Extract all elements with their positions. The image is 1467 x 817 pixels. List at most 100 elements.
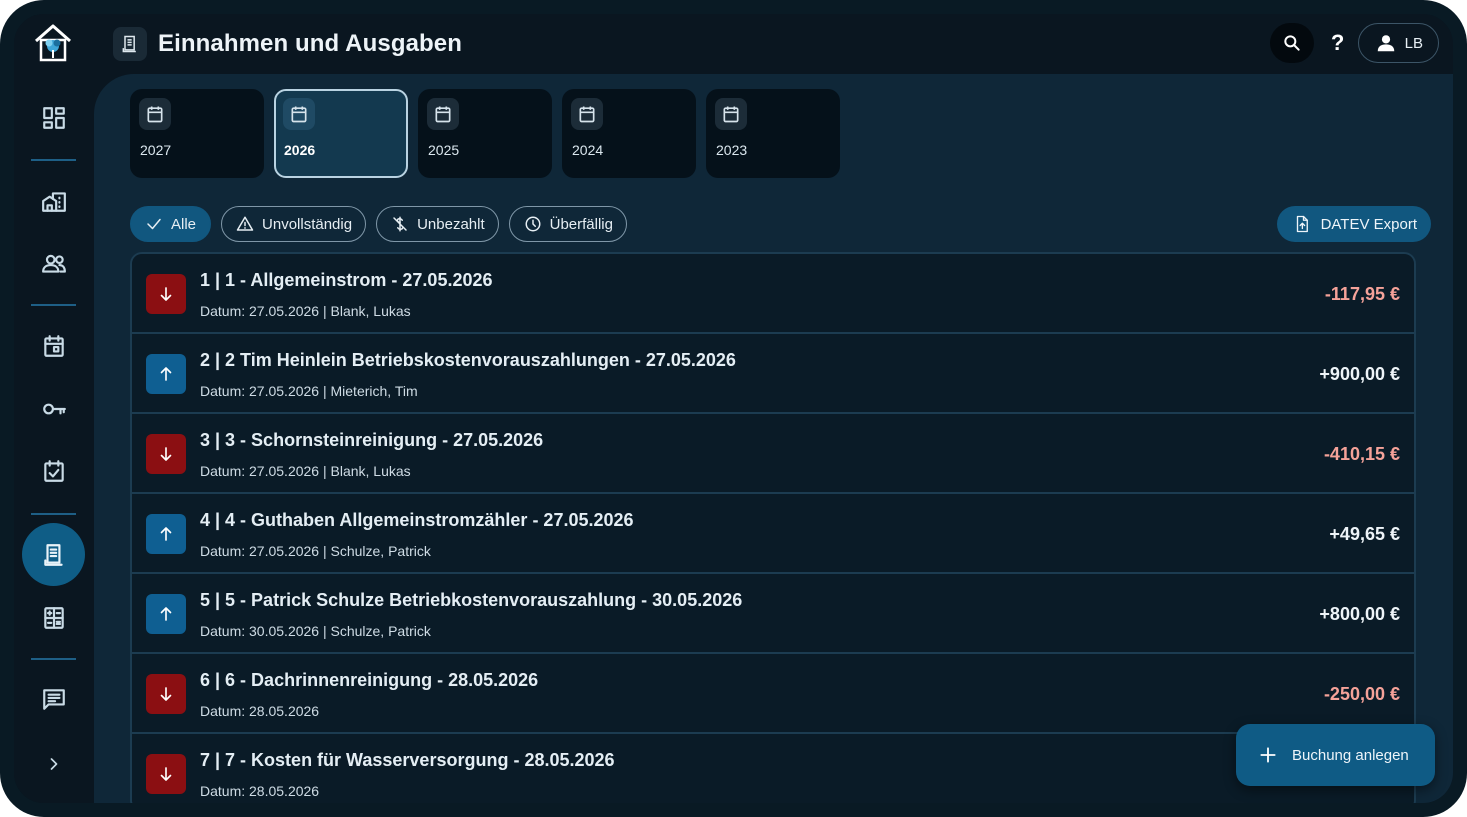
booking-row[interactable]: 7 | 7 - Kosten für Wasserversorgung - 28… <box>132 734 1414 803</box>
booking-row[interactable]: 5 | 5 - Patrick Schulze Betriebkostenvor… <box>132 574 1414 654</box>
year-label: 2027 <box>140 142 172 158</box>
clock-icon <box>525 216 541 232</box>
expense-indicator <box>146 434 186 474</box>
page-icon <box>113 27 147 61</box>
calendar-icon <box>283 98 315 130</box>
income-indicator <box>146 594 186 634</box>
booking-row[interactable]: 6 | 6 - Dachrinnenreinigung - 28.05.2026… <box>132 654 1414 734</box>
datev-export-label: DATEV Export <box>1320 215 1417 233</box>
filter-overdue-label: Überfällig <box>549 215 613 233</box>
help-button[interactable]: ? <box>1318 30 1358 56</box>
sidebar-divider <box>31 513 76 515</box>
booking-row[interactable]: 3 | 3 - Schornsteinreinigung - 27.05.202… <box>132 414 1414 494</box>
dashboard-icon <box>43 107 65 129</box>
app-logo-icon[interactable] <box>31 20 75 64</box>
sidebar-divider <box>31 658 76 660</box>
calendar-icon <box>139 98 171 130</box>
main-content: 2027 2026 2025 2024 2023 Alle Unvollständig … <box>94 74 1453 803</box>
top-bar: Einnahmen und Ausgaben ? LB <box>94 14 1453 74</box>
user-menu-button[interactable]: LB <box>1357 23 1439 63</box>
sidebar-item-billing[interactable] <box>28 598 80 638</box>
arrow-up-icon <box>160 607 172 621</box>
year-tab-2023[interactable]: 2023 <box>706 89 840 178</box>
arrow-down-icon <box>160 687 172 701</box>
filter-incomplete-label: Unvollständig <box>262 215 353 233</box>
sidebar-divider <box>31 159 76 161</box>
booking-amount: +900,00 € <box>1319 364 1400 384</box>
user-initials: LB <box>1404 34 1423 52</box>
income-indicator <box>146 514 186 554</box>
sidebar-item-keys[interactable] <box>28 389 80 429</box>
warning-icon <box>236 216 254 231</box>
filter-all-chip[interactable]: Alle <box>130 206 212 242</box>
income-indicator <box>146 354 186 394</box>
filter-incomplete-chip[interactable]: Unvollständig <box>221 206 367 242</box>
booking-subtitle: Datum: 27.05.2026 | Blank, Lukas <box>200 303 411 319</box>
booking-subtitle: Datum: 27.05.2026 | Blank, Lukas <box>200 463 411 479</box>
booking-amount: -410,15 € <box>1323 444 1400 464</box>
calendar-icon <box>427 98 459 130</box>
booking-subtitle: Datum: 28.05.2026 <box>200 783 320 799</box>
header-actions: ? LB <box>1269 23 1439 63</box>
calendar-icon <box>44 335 64 357</box>
sidebar-expand-button[interactable] <box>28 744 80 784</box>
booking-subtitle: Datum: 28.05.2026 <box>200 703 320 719</box>
expense-indicator <box>146 274 186 314</box>
sidebar-item-calendar[interactable] <box>28 326 80 366</box>
arrow-up-icon <box>160 527 172 541</box>
booking-amount: +800,00 € <box>1319 604 1400 624</box>
booking-row[interactable]: 4 | 4 - Guthaben Allgemeinstromzähler - … <box>132 494 1414 574</box>
sidebar-item-tasks[interactable] <box>28 451 80 491</box>
year-label: 2026 <box>284 142 316 158</box>
money-off-icon <box>393 216 407 232</box>
task-icon <box>44 460 64 482</box>
booking-row[interactable]: 2 | 2 Tim Heinlein Betriebskostenvorausz… <box>132 334 1414 414</box>
create-booking-button[interactable]: Buchung anlegen <box>1236 724 1435 786</box>
booking-title: 1 | 1 - Allgemeinstrom - 27.05.2026 <box>200 270 493 290</box>
sidebar-item-messages[interactable] <box>28 679 80 719</box>
plus-icon <box>1260 747 1276 763</box>
user-icon <box>1377 35 1394 52</box>
search-button[interactable] <box>1269 23 1314 63</box>
filter-overdue-chip[interactable]: Überfällig <box>508 206 627 242</box>
year-tab-2027[interactable]: 2027 <box>130 89 264 178</box>
page-title: Einnahmen und Ausgaben <box>158 30 462 57</box>
expense-indicator <box>146 674 186 714</box>
filter-unpaid-label: Unbezahlt <box>417 215 485 233</box>
expense-indicator <box>146 754 186 794</box>
receipt-icon <box>122 35 136 53</box>
year-label: 2023 <box>716 142 748 158</box>
booking-title: 4 | 4 - Guthaben Allgemeinstromzähler - … <box>200 510 634 530</box>
calendar-icon <box>715 98 747 130</box>
booking-title: 5 | 5 - Patrick Schulze Betriebkostenvor… <box>200 590 743 610</box>
booking-title: 2 | 2 Tim Heinlein Betriebskostenvorausz… <box>200 350 736 370</box>
arrow-down-icon <box>160 447 172 461</box>
sidebar-item-income-expenses[interactable] <box>22 523 85 586</box>
arrow-down-icon <box>160 287 172 301</box>
create-booking-label: Buchung anlegen <box>1292 746 1409 764</box>
file-upload-icon <box>1296 215 1308 233</box>
sidebar-divider <box>31 304 76 306</box>
bookings-list: 1 | 1 - Allgemeinstrom - 27.05.2026 Datum… <box>130 252 1416 803</box>
arrow-up-icon <box>160 367 172 381</box>
filter-all-label: Alle <box>171 215 197 233</box>
filter-unpaid-chip[interactable]: Unbezahlt <box>376 206 499 242</box>
year-tab-2024[interactable]: 2024 <box>562 89 696 178</box>
year-tab-2026[interactable]: 2026 <box>274 89 408 178</box>
building-icon <box>42 192 66 212</box>
sidebar-item-dashboard[interactable] <box>28 98 80 138</box>
year-label: 2025 <box>428 142 460 158</box>
app-screen: Einnahmen und Ausgaben ? LB 2027 2026 2025… <box>14 14 1453 803</box>
datev-export-button[interactable]: DATEV Export <box>1276 206 1431 242</box>
receipt-icon <box>43 543 63 566</box>
booking-amount: -250,00 € <box>1323 684 1400 704</box>
chevron-right-icon <box>50 758 58 770</box>
sidebar-item-buildings[interactable] <box>28 181 80 221</box>
filter-chips: Alle Unvollständig Unbezahlt Überfällig <box>130 206 627 242</box>
search-icon <box>1283 35 1300 51</box>
booking-row[interactable]: 1 | 1 - Allgemeinstrom - 27.05.2026 Datum… <box>132 254 1414 334</box>
people-icon <box>42 254 66 273</box>
year-tab-2025[interactable]: 2025 <box>418 89 552 178</box>
year-selector: 2027 2026 2025 2024 2023 <box>130 89 840 178</box>
sidebar-item-tenants[interactable] <box>28 244 80 284</box>
